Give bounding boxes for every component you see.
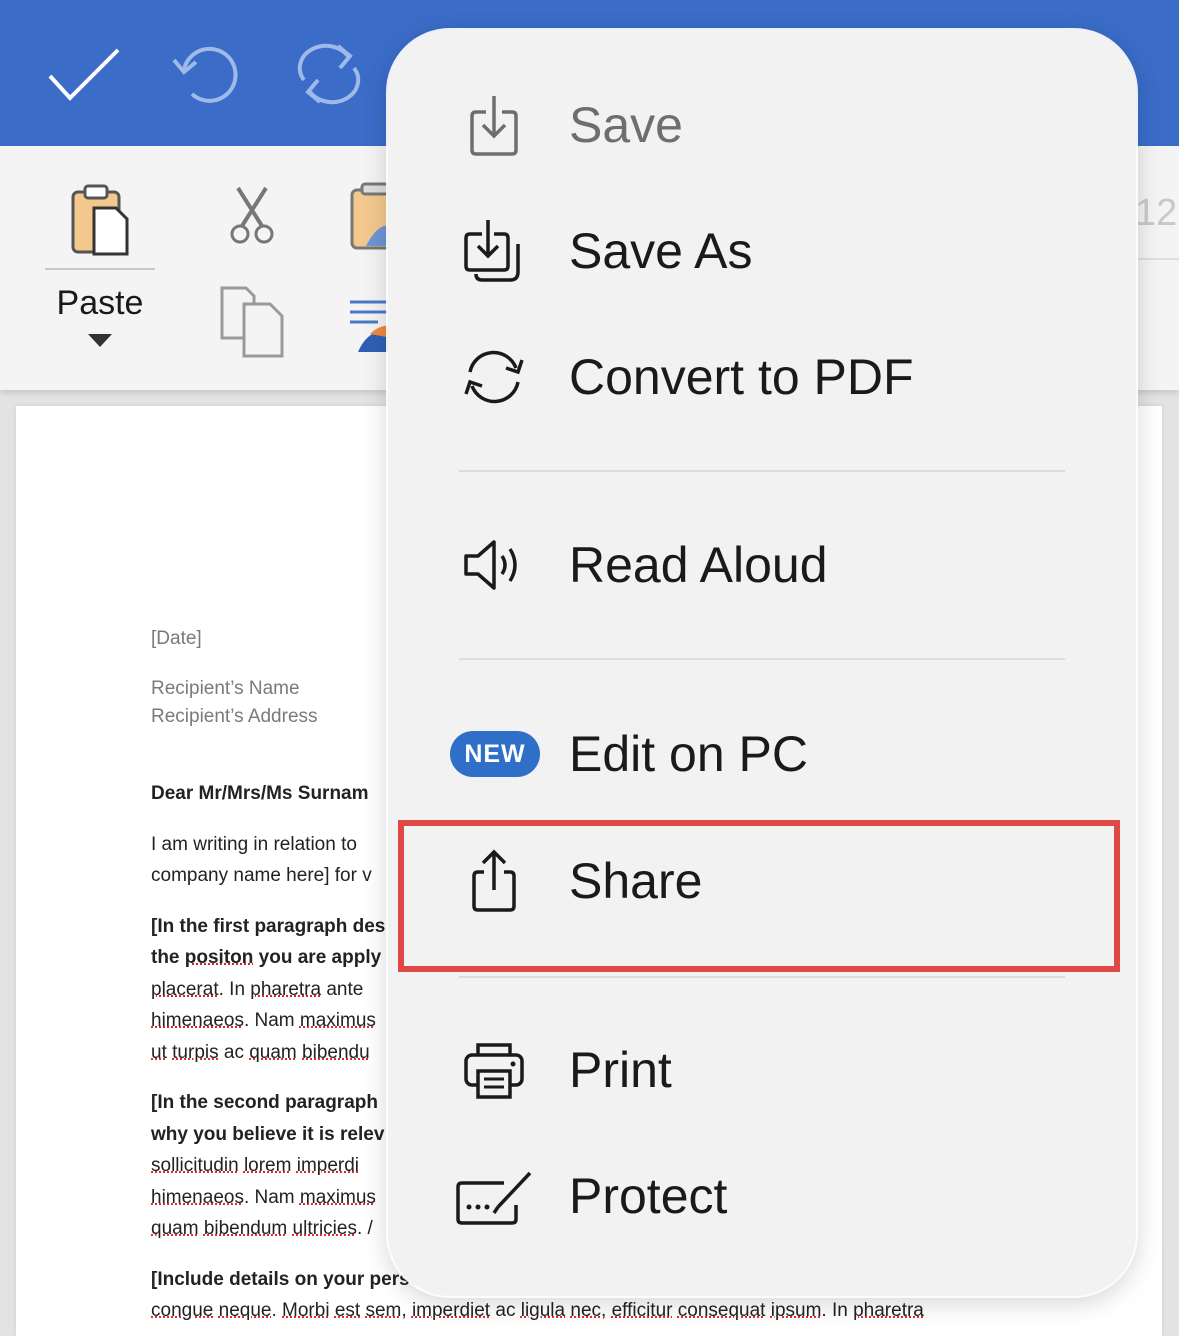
convert-icon (458, 344, 530, 410)
doc-text-misspelled: nec (570, 1300, 601, 1321)
doc-text: . In (219, 979, 251, 1000)
doc-text-misspelled: congue (151, 1300, 213, 1321)
save-as-icon (458, 218, 530, 284)
doc-line: [Include details on your perso (151, 1269, 421, 1291)
menu-item-label: Print (569, 1039, 672, 1101)
menu-item-label: Convert to PDF (569, 346, 914, 408)
menu-item-edit-on-pc[interactable]: NEW Edit on PC (388, 699, 1136, 809)
doc-text: you are apply (253, 947, 381, 968)
menu-divider (459, 658, 1065, 660)
menu-item-label: Save As (569, 220, 752, 282)
save-icon (458, 92, 530, 158)
printer-icon (458, 1037, 530, 1103)
doc-text-misspelled: turpis (172, 1042, 218, 1063)
font-size-value[interactable]: 12 (1135, 192, 1177, 235)
doc-text-misspelled: sollicitudin (151, 1155, 239, 1176)
font-size-underline (1135, 258, 1179, 260)
menu-item-save[interactable]: Save (388, 70, 1136, 180)
doc-line: himenaeos. Nam maximus (151, 1187, 376, 1209)
doc-text-misspelled: est (335, 1300, 360, 1321)
menu-item-save-as[interactable]: Save As (388, 196, 1136, 306)
paste-special-icon[interactable] (348, 182, 392, 252)
doc-text-misspelled: pharetra (250, 979, 321, 1000)
copy-icon[interactable] (218, 286, 288, 358)
paste-underline (45, 268, 155, 270)
doc-salutation: Dear Mr/Mrs/Ms Surnam (151, 783, 369, 805)
menu-item-protect[interactable]: Protect (388, 1141, 1136, 1251)
password-icon (454, 1163, 534, 1229)
checkmark-icon[interactable] (48, 48, 120, 102)
format-painter-icon[interactable] (348, 298, 392, 354)
doc-line: sollicitudin lorem imperdi (151, 1155, 359, 1177)
paste-label[interactable]: Paste (40, 284, 160, 323)
doc-text-misspelled: bibendu (302, 1042, 370, 1063)
doc-text-misspelled: himenaeos (151, 1010, 244, 1031)
doc-text-misspelled: ultricies (293, 1218, 357, 1239)
doc-text-misspelled: consequat (678, 1300, 766, 1321)
doc-text: . Nam (244, 1010, 300, 1031)
redo-icon[interactable] (292, 40, 366, 108)
paste-icon[interactable] (70, 184, 132, 258)
doc-recipient-address: Recipient’s Address (151, 706, 318, 728)
doc-line: ut turpis ac quam bibendu (151, 1042, 370, 1064)
doc-text-misspelled: quam (249, 1042, 297, 1063)
doc-text-misspelled: imperdi (297, 1155, 359, 1176)
doc-text-misspelled: ut (151, 1042, 167, 1063)
menu-divider (459, 976, 1065, 978)
menu-item-convert-to-pdf[interactable]: Convert to PDF (388, 322, 1136, 432)
doc-text-misspelled: Morbi (282, 1300, 330, 1321)
doc-text-misspelled: positon (185, 947, 254, 968)
doc-text: ac (219, 1042, 250, 1063)
doc-text: ac (490, 1300, 521, 1321)
doc-text-misspelled: himenaeos (151, 1187, 244, 1208)
doc-text: . / (357, 1218, 373, 1239)
doc-line: [In the first paragraph des (151, 916, 385, 938)
doc-line: placerat. In pharetra ante (151, 979, 363, 1001)
doc-text: . In (821, 1300, 853, 1321)
undo-icon[interactable] (170, 42, 244, 106)
doc-line: company name here] for v (151, 865, 372, 887)
menu-divider (459, 470, 1065, 472)
doc-text-misspelled: ligula (521, 1300, 565, 1321)
doc-text-misspelled: maximus (300, 1187, 376, 1208)
doc-text-misspelled: bibendum (204, 1218, 287, 1239)
doc-text-misspelled: placerat (151, 979, 219, 1000)
doc-recipient-name: Recipient’s Name (151, 678, 300, 700)
doc-line: himenaeos. Nam maximus (151, 1010, 376, 1032)
menu-item-print[interactable]: Print (388, 1015, 1136, 1125)
speaker-icon (458, 532, 530, 598)
menu-item-label: Protect (569, 1165, 727, 1227)
paste-dropdown-icon[interactable] (88, 334, 112, 347)
doc-text-misspelled: quam (151, 1218, 199, 1239)
doc-line: I am writing in relation to (151, 834, 357, 856)
doc-text: . (271, 1300, 282, 1321)
file-menu-popover: Save Save As Convert to PDF Read Aloud N… (388, 30, 1136, 1296)
doc-text-misspelled: imperdiet (412, 1300, 490, 1321)
doc-line: congue neque. Morbi est sem, imperdiet a… (151, 1300, 924, 1322)
cut-icon[interactable] (228, 186, 276, 244)
menu-item-label: Read Aloud (569, 534, 828, 596)
doc-text-misspelled: sem (365, 1300, 401, 1321)
doc-text: , (601, 1300, 612, 1321)
new-badge: NEW (450, 731, 540, 777)
doc-line: why you believe it is relev (151, 1124, 384, 1146)
doc-text-misspelled: lorem (244, 1155, 292, 1176)
doc-text: ante (321, 979, 363, 1000)
doc-text-misspelled: ipsum (771, 1300, 822, 1321)
doc-text-misspelled: efficitur (612, 1300, 673, 1321)
menu-item-label: Edit on PC (569, 723, 808, 785)
doc-text: the (151, 947, 185, 968)
doc-line: the positon you are apply (151, 947, 381, 969)
doc-line: quam bibendum ultricies. / (151, 1218, 373, 1240)
doc-text-misspelled: pharetra (853, 1300, 924, 1321)
doc-text: . Nam (244, 1187, 300, 1208)
doc-line: [In the second paragraph (151, 1092, 378, 1114)
share-highlight-annotation (398, 820, 1120, 972)
doc-date: [Date] (151, 628, 202, 650)
menu-item-read-aloud[interactable]: Read Aloud (388, 510, 1136, 620)
doc-text-misspelled: maximus (300, 1010, 376, 1031)
doc-text-misspelled: neque (219, 1300, 272, 1321)
menu-item-label: Save (569, 94, 683, 156)
doc-text: , (401, 1300, 412, 1321)
